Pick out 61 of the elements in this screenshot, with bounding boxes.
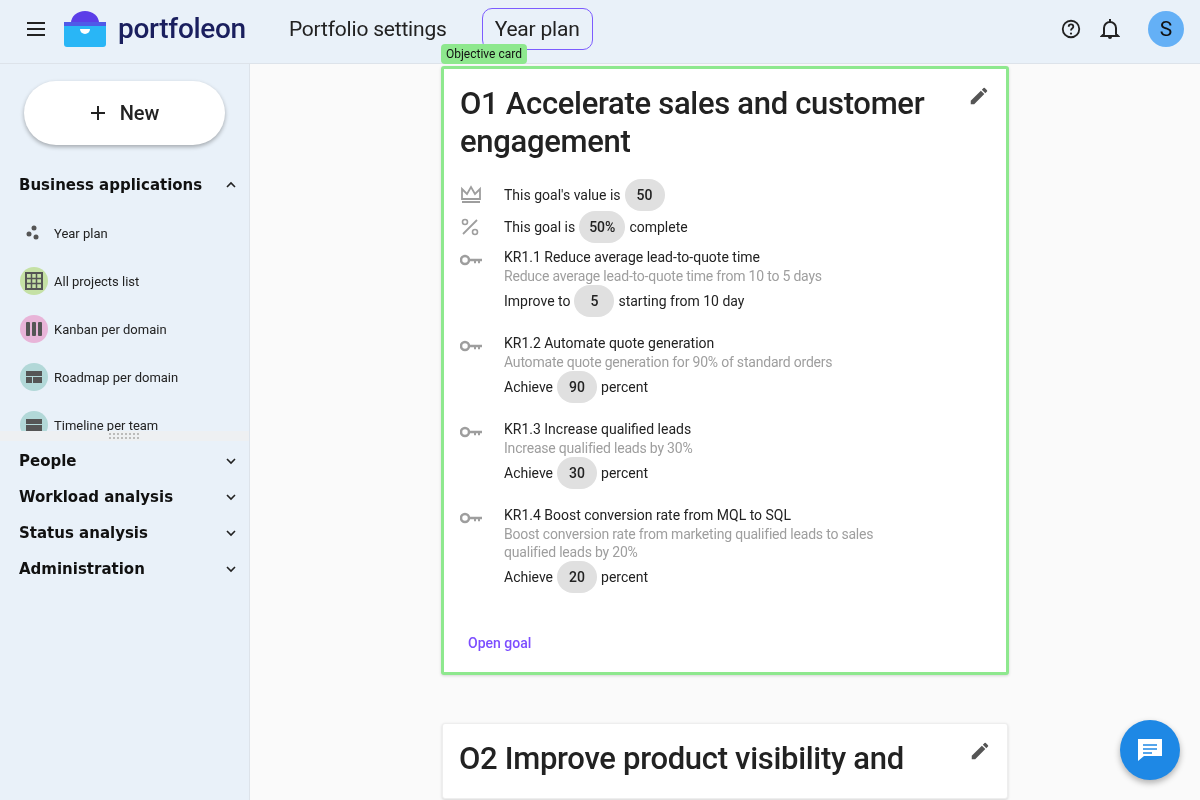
chevron-down-icon [225, 491, 237, 503]
key-icon [460, 340, 484, 352]
key-result-title: KR1.4 Boost conversion rate from MQL to SQL [504, 506, 793, 525]
chevron-down-icon [225, 563, 237, 575]
new-button[interactable]: New [24, 81, 225, 145]
target-label: Achieve [504, 379, 554, 395]
target-suffix: percent [601, 569, 648, 585]
progress-suffix: complete [629, 219, 688, 235]
key-icon [460, 254, 484, 266]
chat-icon [1135, 736, 1165, 764]
plus-icon [89, 105, 106, 121]
key-result-description: Boost conversion rate from marketing qualified leads to sales qualified leads by 20% [504, 525, 875, 561]
pencil-icon[interactable] [969, 740, 991, 762]
nav-tab[interactable]: Portfolio settings [275, 14, 460, 43]
key-result-title: KR1.2 Automate quote generation [504, 334, 716, 353]
value-chip: 50 [624, 179, 665, 211]
user-avatar[interactable]: S [1148, 10, 1184, 47]
pencil-icon[interactable] [968, 85, 990, 107]
target-suffix: percent [601, 379, 648, 395]
chevron-down-icon [225, 455, 237, 467]
card-tag: Objective card [441, 44, 527, 64]
logo-icon [64, 10, 106, 47]
key-icon [460, 512, 484, 524]
key-result-description: Reduce average lead-to-quote time from 10 to 5 days [504, 267, 823, 285]
progress-label: This goal is [504, 219, 576, 235]
sidebar-item[interactable]: Year plan [0, 209, 249, 257]
open-goal-link[interactable]: Open goal [468, 635, 532, 651]
help-icon[interactable] [1060, 17, 1082, 40]
card-title: O2 Improve product visibility and [459, 740, 905, 778]
splitter-handle[interactable] [0, 431, 249, 441]
target-label: Improve to [504, 293, 571, 309]
brand-name: portfoleon [118, 12, 246, 45]
section-header[interactable]: Workload analysis [0, 479, 249, 515]
key-result-title: KR1.3 Increase qualified leads [504, 420, 693, 439]
target-suffix: starting from 10 day [618, 293, 745, 309]
sidebar-item[interactable]: Roadmap per domain [0, 353, 249, 401]
target-chip: 5 [574, 285, 615, 317]
value-label: This goal's value is [504, 187, 621, 203]
target-suffix: percent [601, 465, 648, 481]
sidebar-item[interactable]: All projects list [0, 257, 249, 305]
target-chip: 20 [557, 561, 598, 593]
key-result-description: Increase qualified leads by 30% [504, 439, 694, 457]
section-header[interactable]: Administration [0, 551, 249, 587]
section-header[interactable]: Status analysis [0, 515, 249, 551]
key-result-title: KR1.1 Reduce average lead-to-quote time [504, 248, 761, 267]
bell-icon[interactable] [1100, 17, 1120, 40]
progress-chip: 50% [579, 211, 626, 243]
crown-icon [460, 185, 482, 205]
target-label: Achieve [504, 465, 554, 481]
target-chip: 90 [557, 371, 598, 403]
sidebar-item[interactable]: Kanban per domain [0, 305, 249, 353]
section-header[interactable]: People [0, 443, 249, 479]
chevron-down-icon [225, 527, 237, 539]
key-icon [460, 426, 484, 438]
chat-button[interactable] [1120, 720, 1180, 780]
target-label: Achieve [504, 569, 554, 585]
percent-icon [460, 217, 480, 237]
section-header[interactable]: Business applications [0, 167, 249, 203]
card-title: O1 Accelerate sales and customer engagement [460, 85, 926, 161]
key-result-description: Automate quote generation for 90% of standard orders [504, 353, 834, 371]
target-chip: 30 [557, 457, 598, 489]
